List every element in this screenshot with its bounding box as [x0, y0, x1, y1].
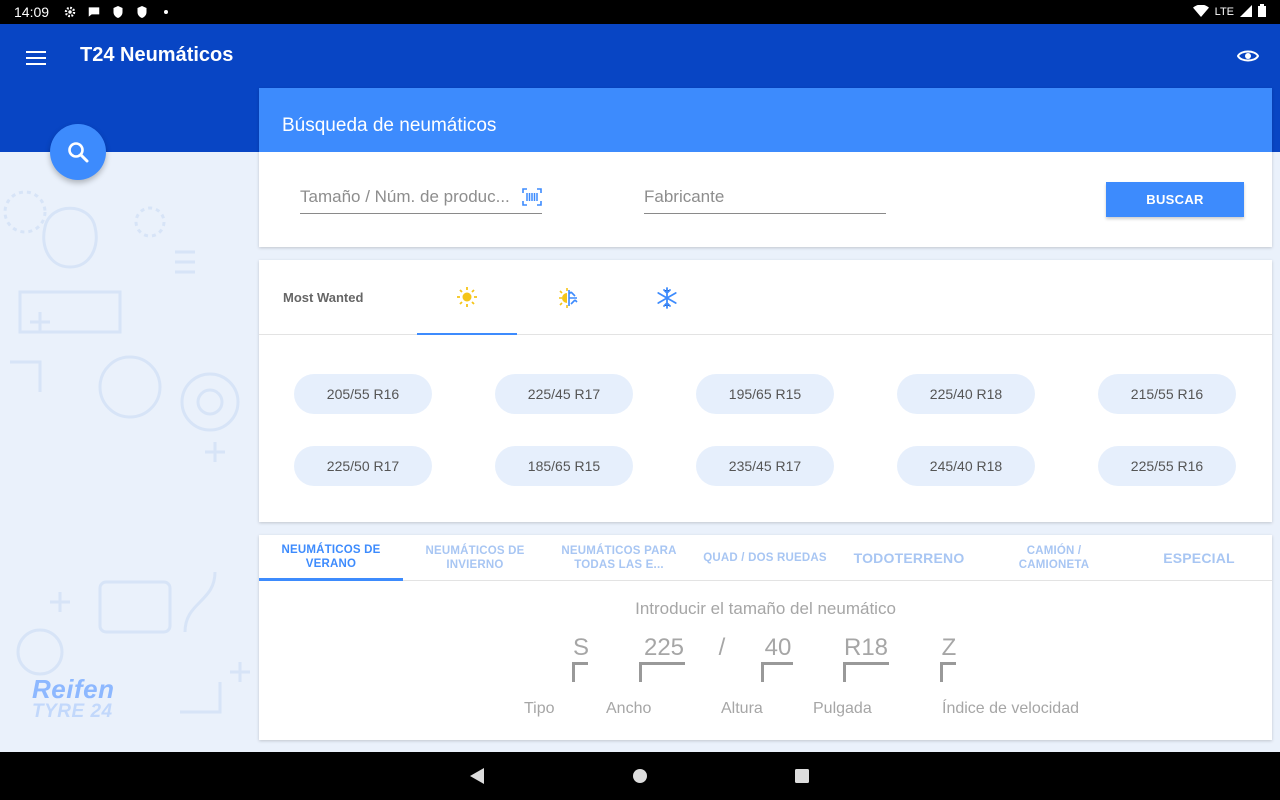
- size-chip[interactable]: 225/45 R17: [495, 374, 633, 414]
- pulgada-value[interactable]: R18: [843, 634, 889, 662]
- logo-line-2: TYRE 24: [32, 701, 113, 722]
- menu-button[interactable]: [24, 46, 48, 70]
- message-icon: [87, 5, 101, 19]
- size-chip[interactable]: 205/55 R16: [294, 374, 432, 414]
- ancho-bracket: [639, 662, 685, 682]
- status-right: LTE: [1192, 0, 1266, 24]
- search-fab[interactable]: [50, 124, 106, 180]
- wifi-icon: [1192, 4, 1209, 20]
- tab-quad[interactable]: QUAD / DOS RUEDAS: [691, 535, 839, 581]
- maker-input[interactable]: [644, 182, 886, 212]
- home-icon: [633, 769, 647, 783]
- size-chip[interactable]: 225/55 R16: [1098, 446, 1236, 486]
- tyre-search-card: Búsqueda de neumáticos BUSCAR: [259, 88, 1272, 247]
- pulgada-label: Pulgada: [813, 700, 872, 717]
- barcode-scan-button[interactable]: [522, 188, 542, 206]
- most-wanted-label: Most Wanted: [283, 290, 364, 305]
- eye-icon: [1237, 50, 1259, 62]
- app-title: T24 Neumáticos: [80, 44, 234, 66]
- ancho-value[interactable]: 225: [639, 634, 689, 662]
- size-chip[interactable]: 225/50 R17: [294, 446, 432, 486]
- status-time: 14:09: [14, 4, 50, 20]
- tab-truck[interactable]: CAMIÓN / CAMIONETA: [989, 535, 1119, 581]
- search-button[interactable]: BUSCAR: [1106, 182, 1244, 217]
- altura-bracket: [761, 662, 793, 682]
- size-chip[interactable]: 225/40 R18: [897, 374, 1035, 414]
- category-card: NEUMÁTICOS DE VERANO NEUMÁTICOS DE INVIE…: [259, 535, 1272, 740]
- size-chip[interactable]: 185/65 R15: [495, 446, 633, 486]
- recents-icon: [795, 769, 809, 783]
- shield-icon: [111, 5, 125, 19]
- settings-icon: [63, 5, 77, 19]
- tab-all-season-tyres[interactable]: NEUMÁTICOS PARA TODAS LAS E...: [547, 535, 691, 581]
- tab-summer[interactable]: [417, 260, 517, 335]
- snowflake-icon: [657, 286, 677, 309]
- shield-icon: [135, 5, 149, 19]
- back-button[interactable]: [469, 768, 485, 789]
- home-button[interactable]: [632, 768, 648, 789]
- back-icon: [470, 768, 484, 784]
- tab-winter-tyres[interactable]: NEUMÁTICOS DE INVIERNO: [403, 535, 547, 581]
- tipo-value[interactable]: S: [571, 634, 591, 662]
- ancho-label: Ancho: [606, 700, 652, 717]
- indice-value[interactable]: Z: [939, 634, 959, 662]
- tab-offroad[interactable]: TODOTERRENO: [839, 535, 979, 581]
- pulgada-bracket: [843, 662, 889, 682]
- app-screen: 14:09 LTE T24 Neumáticos Reifen TYRE 24 …: [0, 0, 1280, 800]
- tipo-bracket: [572, 662, 588, 682]
- signal-icon: [1240, 4, 1252, 20]
- season-tabs: Most Wanted: [259, 260, 1272, 335]
- brand-logo: Reifen TYRE 24: [32, 674, 114, 723]
- altura-label: Altura: [721, 700, 763, 717]
- size-chip[interactable]: 195/65 R15: [696, 374, 834, 414]
- tipo-label: Tipo: [524, 700, 555, 717]
- size-chip[interactable]: 215/55 R16: [1098, 374, 1236, 414]
- size-separator: /: [718, 634, 726, 661]
- size-field: [300, 182, 542, 214]
- network-label: LTE: [1214, 6, 1234, 18]
- size-entry-title: Introducir el tamaño del neumático: [635, 599, 896, 618]
- size-chip[interactable]: 245/40 R18: [897, 446, 1035, 486]
- dot-icon: [159, 5, 173, 19]
- battery-icon: [1258, 4, 1266, 20]
- indice-label: Índice de velocidad: [942, 700, 1079, 717]
- size-chip[interactable]: 235/45 R17: [696, 446, 834, 486]
- barcode-icon: [522, 188, 542, 206]
- tab-special[interactable]: ESPECIAL: [1129, 535, 1269, 581]
- visibility-button[interactable]: [1236, 44, 1260, 68]
- recents-button[interactable]: [794, 768, 810, 789]
- most-wanted-card: Most Wanted 205/55 R16 225/45 R17 195/65 R…: [259, 260, 1272, 522]
- maker-field: [644, 182, 886, 214]
- tab-winter[interactable]: [617, 260, 717, 335]
- sun-icon: [457, 286, 477, 307]
- category-tabs: NEUMÁTICOS DE VERANO NEUMÁTICOS DE INVIE…: [259, 535, 1272, 581]
- search-card-title: Búsqueda de neumáticos: [259, 88, 1272, 152]
- all-season-icon: [559, 287, 578, 308]
- search-icon: [68, 142, 89, 163]
- indice-bracket: [940, 662, 956, 682]
- status-bar: 14:09 LTE: [0, 0, 1280, 24]
- altura-value[interactable]: 40: [761, 634, 795, 662]
- size-input[interactable]: [300, 182, 542, 212]
- tab-summer-tyres[interactable]: NEUMÁTICOS DE VERANO: [259, 535, 403, 581]
- system-nav-bar: [0, 752, 1280, 800]
- menu-icon: [26, 51, 46, 65]
- tab-all-season[interactable]: [517, 260, 617, 335]
